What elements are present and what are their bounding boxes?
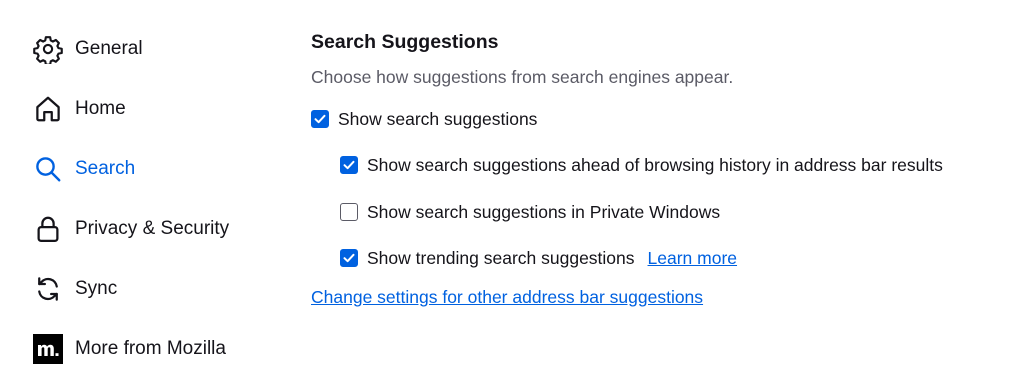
sidebar-item-label: Home xyxy=(75,98,126,119)
change-address-bar-settings-link[interactable]: Change settings for other address bar su… xyxy=(311,287,703,308)
search-suggestions-section: Search Suggestions Choose how suggestion… xyxy=(311,0,1011,378)
section-title: Search Suggestions xyxy=(311,31,499,53)
lock-icon xyxy=(32,213,64,245)
sidebar-item-search[interactable]: Search xyxy=(32,152,135,186)
sidebar-item-home[interactable]: Home xyxy=(32,92,126,126)
checkmark-icon xyxy=(343,253,355,263)
sidebar-item-sync[interactable]: Sync xyxy=(32,272,117,306)
show-search-suggestions-option[interactable]: Show search suggestions xyxy=(311,106,537,132)
mozilla-logo-icon xyxy=(32,333,64,365)
suggestions-ahead-of-history-checkbox[interactable] xyxy=(340,156,358,174)
section-description: Choose how suggestions from search engin… xyxy=(311,67,734,87)
suggestions-ahead-of-history-option[interactable]: Show search suggestions ahead of browsin… xyxy=(340,152,943,178)
checkbox-label[interactable]: Show search suggestions xyxy=(338,109,537,130)
sidebar-item-label: General xyxy=(75,38,143,59)
learn-more-link[interactable]: Learn more xyxy=(648,248,738,269)
sidebar-item-label: Privacy & Security xyxy=(75,218,230,239)
show-search-suggestions-checkbox[interactable] xyxy=(311,110,329,128)
sidebar-item-privacy-security[interactable]: Privacy & Security xyxy=(32,212,229,246)
gear-icon xyxy=(32,33,64,65)
trending-search-suggestions-option[interactable]: Show trending search suggestions Learn m… xyxy=(340,245,737,271)
sync-icon xyxy=(32,273,64,305)
checkbox-label[interactable]: Show search suggestions ahead of browsin… xyxy=(367,155,943,176)
checkbox-label[interactable]: Show search suggestions in Private Windo… xyxy=(367,202,720,223)
sidebar-item-label: Search xyxy=(75,158,136,179)
checkbox-label[interactable]: Show trending search suggestions xyxy=(367,248,635,269)
sidebar-item-label: Sync xyxy=(75,278,118,299)
suggestions-in-private-windows-option[interactable]: Show search suggestions in Private Windo… xyxy=(340,199,720,225)
suggestions-in-private-windows-checkbox[interactable] xyxy=(340,203,358,221)
home-icon xyxy=(32,93,64,125)
sidebar: General Home Search Privacy & Security S… xyxy=(0,0,290,378)
sidebar-item-general[interactable]: General xyxy=(32,32,143,66)
trending-search-suggestions-checkbox[interactable] xyxy=(340,249,358,267)
checkmark-icon xyxy=(343,160,355,170)
search-icon xyxy=(32,153,64,185)
checkmark-icon xyxy=(314,114,326,124)
sidebar-item-label: More from Mozilla xyxy=(75,338,226,359)
sidebar-item-more-from-mozilla[interactable]: More from Mozilla xyxy=(32,332,226,366)
